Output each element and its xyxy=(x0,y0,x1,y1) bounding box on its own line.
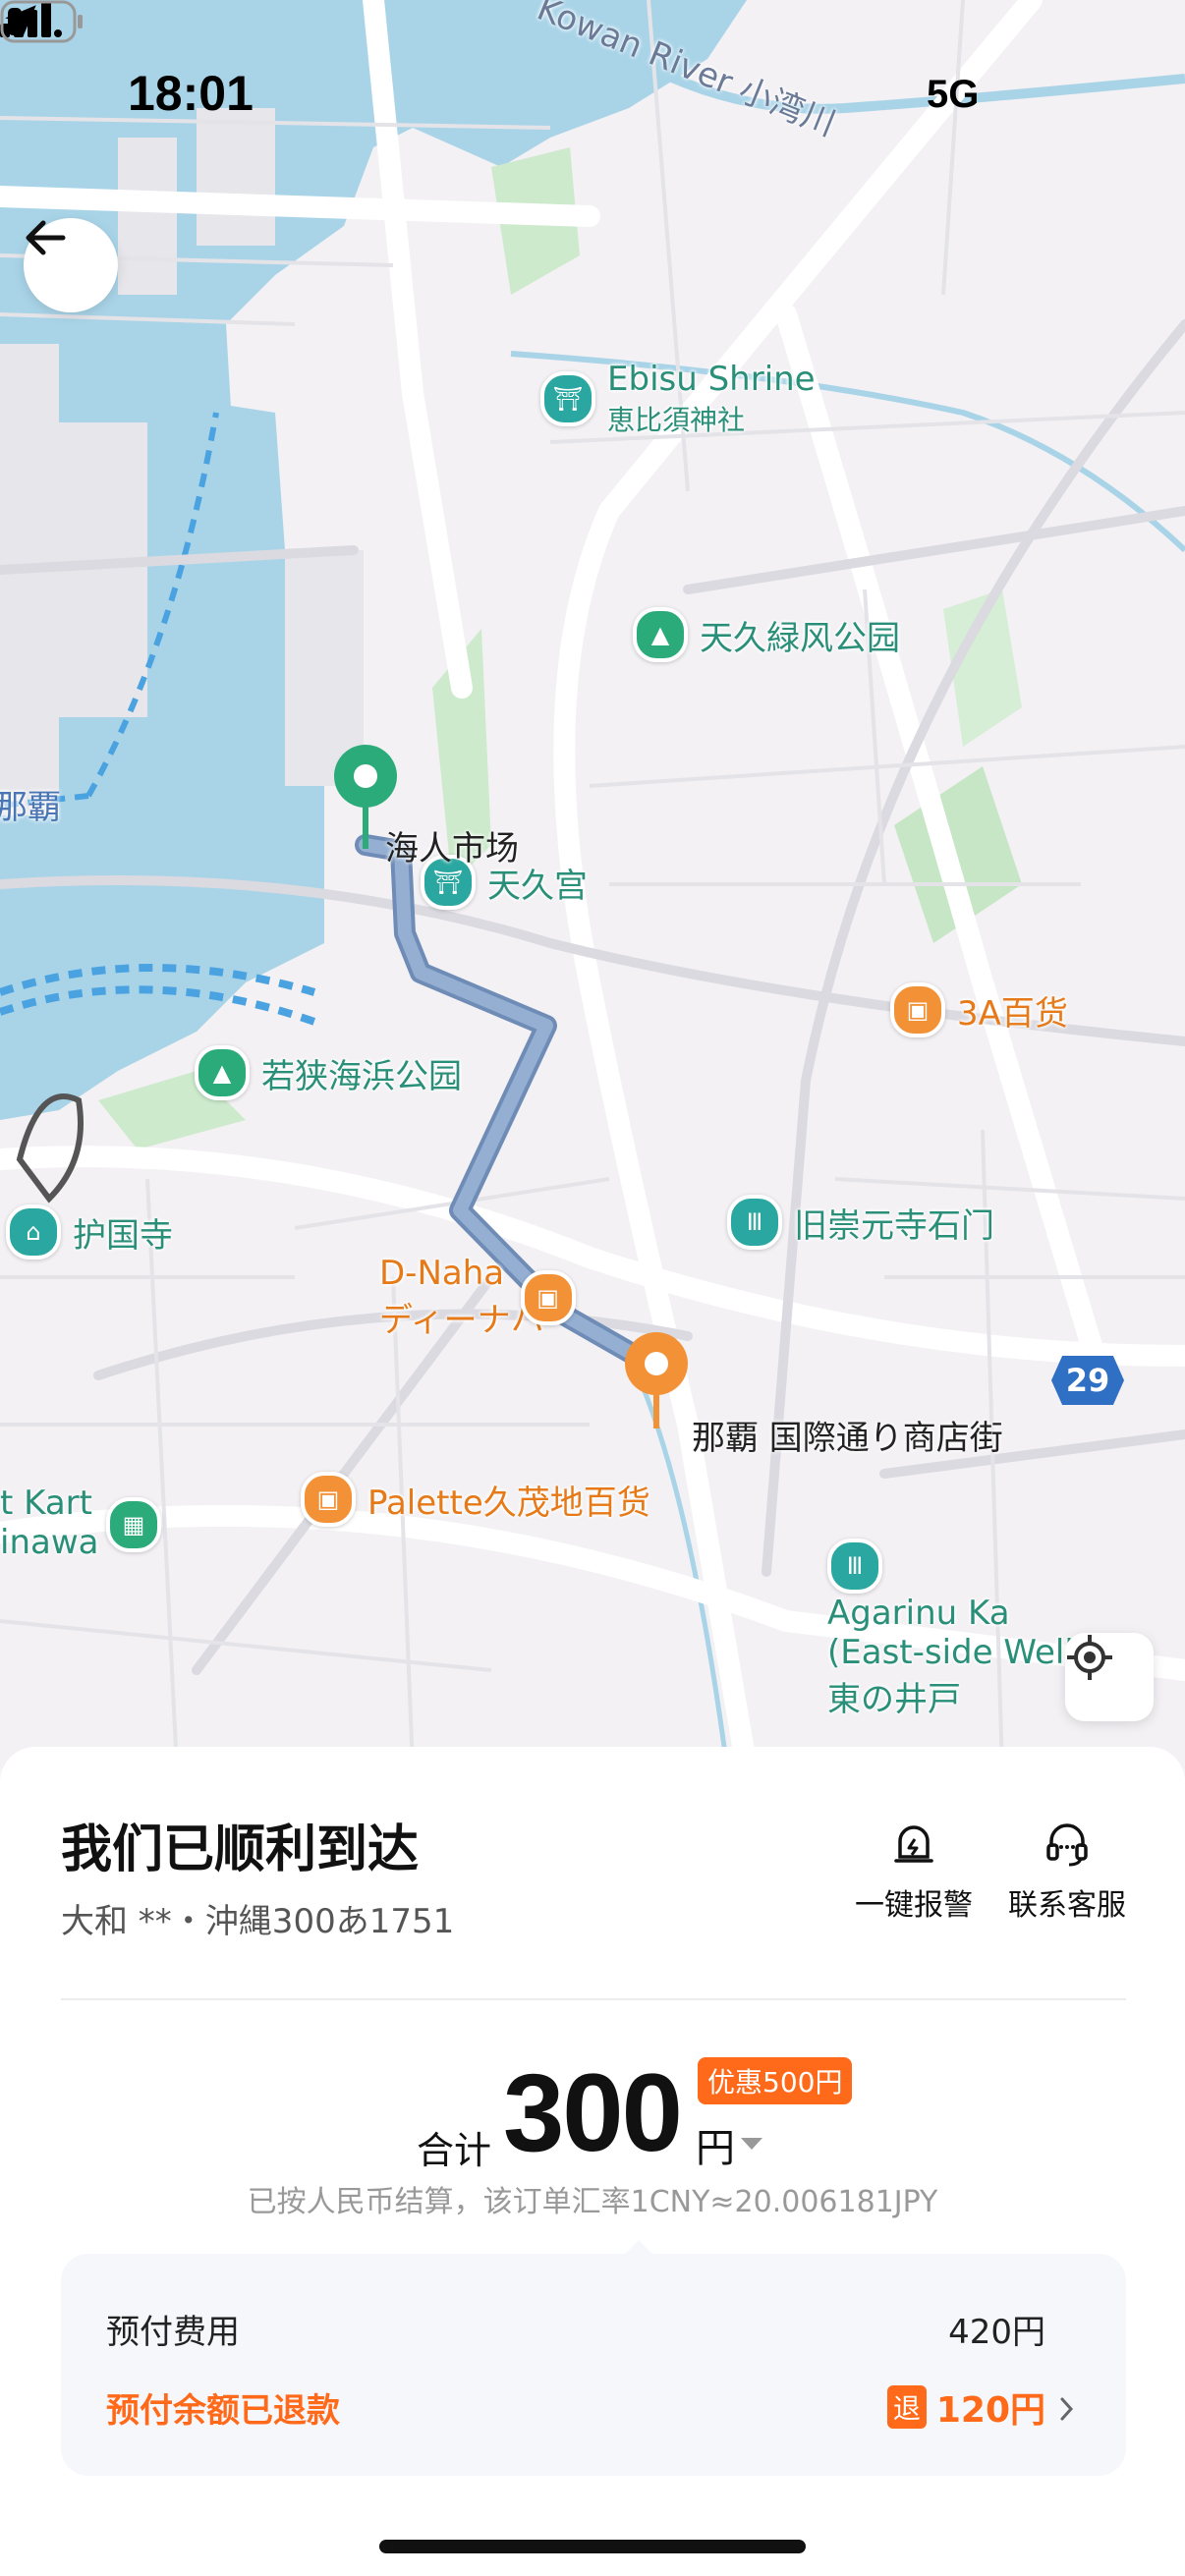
gate-icon: Ⅲ xyxy=(727,1195,782,1250)
poi-label: 東の井戸 xyxy=(827,1680,961,1719)
total-label: 合计 xyxy=(417,2129,492,2172)
alarm-icon xyxy=(894,1825,933,1863)
customer-service-label: 联系客服 xyxy=(1008,1888,1126,1923)
poi-tenku-park[interactable]: ▲ 天久緑风公园 xyxy=(633,607,900,662)
kart-icon-wrap[interactable]: ▦ xyxy=(106,1497,173,1552)
poi-label: ディーナハ xyxy=(379,1301,544,1340)
shopping-bag-icon: ▣ xyxy=(301,1472,356,1527)
discount-badge: 优惠500円 xyxy=(698,2057,853,2104)
total-amount: 300 xyxy=(503,2051,683,2174)
tree-icon: ▲ xyxy=(633,607,688,662)
back-arrow-icon xyxy=(26,220,66,255)
refund-link[interactable]: 退 120円 xyxy=(886,2381,1045,2433)
poi-label: 3A百货 xyxy=(957,993,1068,1034)
temple-icon: ⌂ xyxy=(6,1204,61,1260)
total-row: 合计 300 优惠500円 円 xyxy=(0,2051,1185,2174)
poi-label: 护国寺 xyxy=(73,1215,173,1256)
kart-label: t Kart inawa xyxy=(0,1484,99,1562)
poi-palette[interactable]: ▣ Palette久茂地百货 xyxy=(301,1472,650,1527)
trip-summary-sheet: 我们已顺利到达 大和 **・沖縄300あ1751 一键报警 联系客服 合计 30… xyxy=(0,1747,1185,2576)
map[interactable]: Kowan River 小湾川 ⛩ Ebisu Shrine 恵比須神社 ▲ 天… xyxy=(0,0,1185,1768)
headset-icon xyxy=(1046,1823,1088,1867)
dropoff-pin-icon xyxy=(625,1332,688,1428)
poi-label: 恵比須神社 xyxy=(607,404,746,436)
poi-label-en: D-Naha xyxy=(379,1254,505,1293)
poi-label-en: Agarinu Ka (East-side Well) xyxy=(827,1594,1088,1672)
poi-sogenji[interactable]: Ⅲ 旧崇元寺石门 xyxy=(727,1195,994,1250)
refund-badge: 退 xyxy=(886,2385,927,2429)
currency-selector[interactable]: 円 xyxy=(696,2116,735,2173)
poi-label: 旧崇元寺石门 xyxy=(794,1205,994,1246)
locate-target-icon xyxy=(1067,1635,1112,1680)
caret-down-icon[interactable] xyxy=(739,2136,764,2152)
naha-label: 那覇 xyxy=(0,788,61,827)
dropoff-label: 那覇 国際通り商店街 xyxy=(692,1419,1003,1458)
shopping-bag-icon: ▣ xyxy=(520,1269,576,1325)
divider xyxy=(61,1998,1126,2000)
driver-info: 大和 **・沖縄300あ1751 xyxy=(61,1902,455,1941)
poi-3a-department[interactable]: ▣ 3A百货 xyxy=(890,982,1068,1037)
customer-service-button[interactable]: 联系客服 xyxy=(998,1818,1136,1924)
poi-ebisu-shrine[interactable]: ⛩ Ebisu Shrine 恵比須神社 xyxy=(540,360,816,438)
pickup-label: 海人市场 xyxy=(385,829,519,868)
poi-label: Palette久茂地百货 xyxy=(367,1483,650,1523)
well-icon: Ⅲ xyxy=(827,1539,882,1594)
home-indicator[interactable] xyxy=(379,2540,806,2553)
prepay-value: 420円 xyxy=(948,2313,1045,2352)
network-type: 5G xyxy=(927,73,980,116)
poi-gokokuji[interactable]: ⌂ 护国寺 xyxy=(6,1204,173,1260)
exchange-rate-note: 已按人民币结算，该订单汇率1CNY≈20.006181JPY xyxy=(247,2185,938,2219)
refund-amount: 120円 xyxy=(935,2390,1045,2431)
poi-agarinu[interactable]: Ⅲ Agarinu Ka (East-side Well) 東の井戸 xyxy=(827,1539,1102,1720)
poi-dnaha[interactable]: ▣ D-Naha ディーナハ xyxy=(379,1254,576,1341)
poi-label: 天久緑风公园 xyxy=(700,618,900,658)
alarm-label: 一键报警 xyxy=(855,1888,973,1923)
emergency-alarm-button[interactable]: 一键报警 xyxy=(845,1818,983,1924)
kart-icon: ▦ xyxy=(106,1497,161,1552)
poi-wakasa-park[interactable]: ▲ 若狭海浜公园 xyxy=(195,1045,462,1100)
poi-label-en: Ebisu Shrine xyxy=(607,360,816,399)
back-button[interactable] xyxy=(24,218,118,312)
chevron-right-icon[interactable] xyxy=(1059,2395,1075,2423)
my-location-button[interactable] xyxy=(1065,1633,1154,1721)
card-pointer xyxy=(625,2240,652,2254)
shrine-icon: ⛩ xyxy=(540,371,595,426)
shopping-bag-icon: ▣ xyxy=(890,982,945,1037)
status-time: 18:01 xyxy=(128,66,254,121)
payment-detail-card: 预付费用 420円 预付余额已退款 退 120円 xyxy=(61,2240,1126,2476)
tree-icon: ▲ xyxy=(195,1045,250,1100)
poi-label: 若狭海浜公园 xyxy=(261,1056,462,1096)
prepay-label: 预付费用 xyxy=(106,2313,240,2352)
arrival-title: 我们已顺利到达 xyxy=(61,1820,420,1879)
battery-icon xyxy=(0,0,83,43)
route-shield: 29 xyxy=(1051,1356,1124,1405)
status-bar: 18:01 5G xyxy=(0,0,1185,128)
refund-label: 预付余额已退款 xyxy=(106,2391,340,2431)
